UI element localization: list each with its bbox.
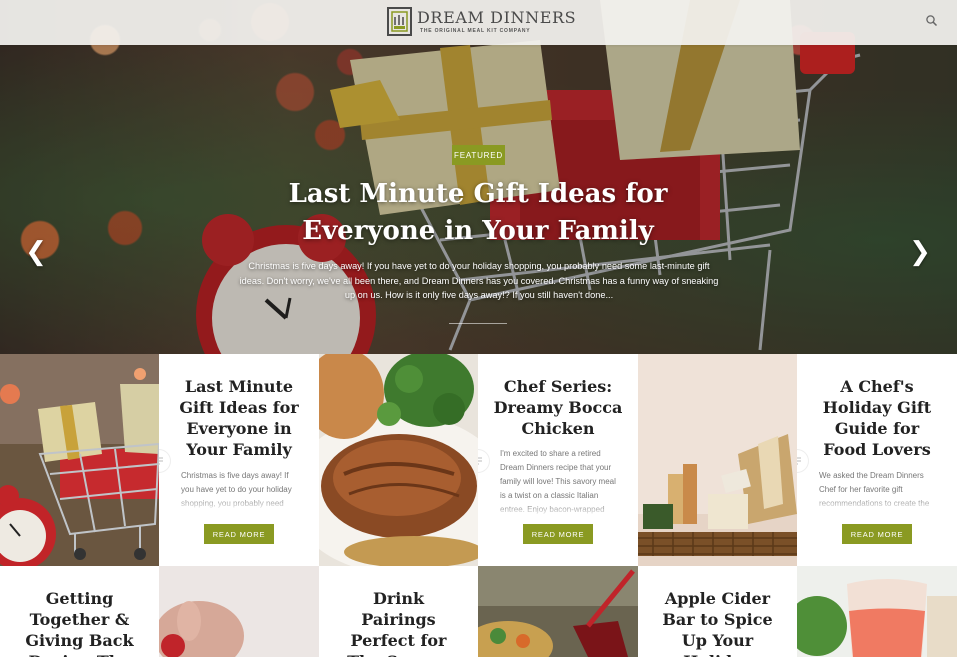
hands-image	[159, 566, 319, 657]
post-excerpt: Christmas is five days away! If you have…	[181, 469, 299, 511]
post-image-bocca-chicken[interactable]	[319, 354, 478, 566]
hero-divider	[449, 323, 507, 324]
site-header: DREAM DINNERS THE ORIGINAL MEAL KIT COMP…	[0, 0, 957, 45]
comment-icon	[159, 457, 163, 465]
post-image-gift-ideas[interactable]	[0, 354, 159, 566]
chicken-dish-image	[319, 354, 478, 566]
read-more-button[interactable]: READ MORE	[204, 524, 274, 544]
logo-name: DREAM DINNERS	[417, 7, 577, 27]
post-card-apple-cider: Apple Cider Bar to Spice Up Your Holiday	[638, 566, 797, 657]
featured-badge: FEATURED	[452, 145, 505, 165]
chevron-left-icon: ❮	[25, 237, 47, 267]
comment-bubble[interactable]	[797, 450, 808, 472]
post-image-apple-cider[interactable]	[797, 566, 957, 657]
logo-mark-icon	[387, 7, 412, 36]
gift-basket-image	[638, 354, 797, 566]
post-excerpt: I'm excited to share a retired Dream Din…	[500, 447, 618, 517]
read-more-button[interactable]: READ MORE	[523, 524, 593, 544]
post-image-drink-pairings[interactable]	[478, 566, 638, 657]
post-image-giving-back[interactable]	[159, 566, 319, 657]
post-title[interactable]: A Chef's Holiday Gift Guide for Food Lov…	[811, 376, 943, 460]
hero-excerpt: Christmas is five days away! If you have…	[239, 261, 719, 300]
hero-title[interactable]: Last Minute Gift Ideas for Everyone in Y…	[238, 176, 718, 250]
post-title[interactable]: Chef Series: Dreamy Bocca Chicken	[492, 376, 624, 439]
post-card-bocca-chicken: Chef Series: Dreamy Bocca Chicken I'm ex…	[478, 354, 638, 566]
hero-carousel: FEATURED Last Minute Gift Ideas for Ever…	[0, 0, 957, 354]
post-title[interactable]: Drink Pairings Perfect for The Season	[333, 588, 464, 657]
wine-pairing-image	[478, 566, 638, 657]
search-icon	[926, 15, 938, 27]
post-title[interactable]: Last Minute Gift Ideas for Everyone in Y…	[173, 376, 305, 460]
post-excerpt: We asked the Dream Dinners Chef for her …	[819, 469, 937, 511]
brand-logo[interactable]: DREAM DINNERS THE ORIGINAL MEAL KIT COMP…	[387, 7, 576, 36]
cider-drink-image	[797, 566, 957, 657]
post-image-gift-guide[interactable]	[638, 354, 797, 566]
post-title[interactable]: Getting Together & Giving Back During Th…	[14, 588, 145, 657]
gift-cart-image	[0, 354, 159, 566]
post-title[interactable]: Apple Cider Bar to Spice Up Your Holiday	[652, 588, 783, 657]
post-card-gift-guide: A Chef's Holiday Gift Guide for Food Lov…	[797, 354, 957, 566]
logo-tagline: THE ORIGINAL MEAL KIT COMPANY	[420, 27, 531, 34]
carousel-prev-button[interactable]: ❮	[22, 237, 50, 267]
comment-bubble[interactable]	[159, 450, 170, 472]
post-card-giving-back: Getting Together & Giving Back During Th…	[0, 566, 159, 657]
logo-text: DREAM DINNERS THE ORIGINAL MEAL KIT COMP…	[417, 7, 577, 35]
read-more-button[interactable]: READ MORE	[842, 524, 912, 544]
comment-icon	[797, 457, 801, 465]
carousel-next-button[interactable]: ❯	[906, 237, 934, 267]
comment-icon	[478, 457, 482, 465]
comment-bubble[interactable]	[478, 450, 489, 472]
post-card-drink-pairings: Drink Pairings Perfect for The Season	[319, 566, 478, 657]
post-card-gift-ideas: Last Minute Gift Ideas for Everyone in Y…	[159, 354, 319, 566]
chevron-right-icon: ❯	[909, 237, 931, 267]
search-button[interactable]	[924, 13, 940, 29]
